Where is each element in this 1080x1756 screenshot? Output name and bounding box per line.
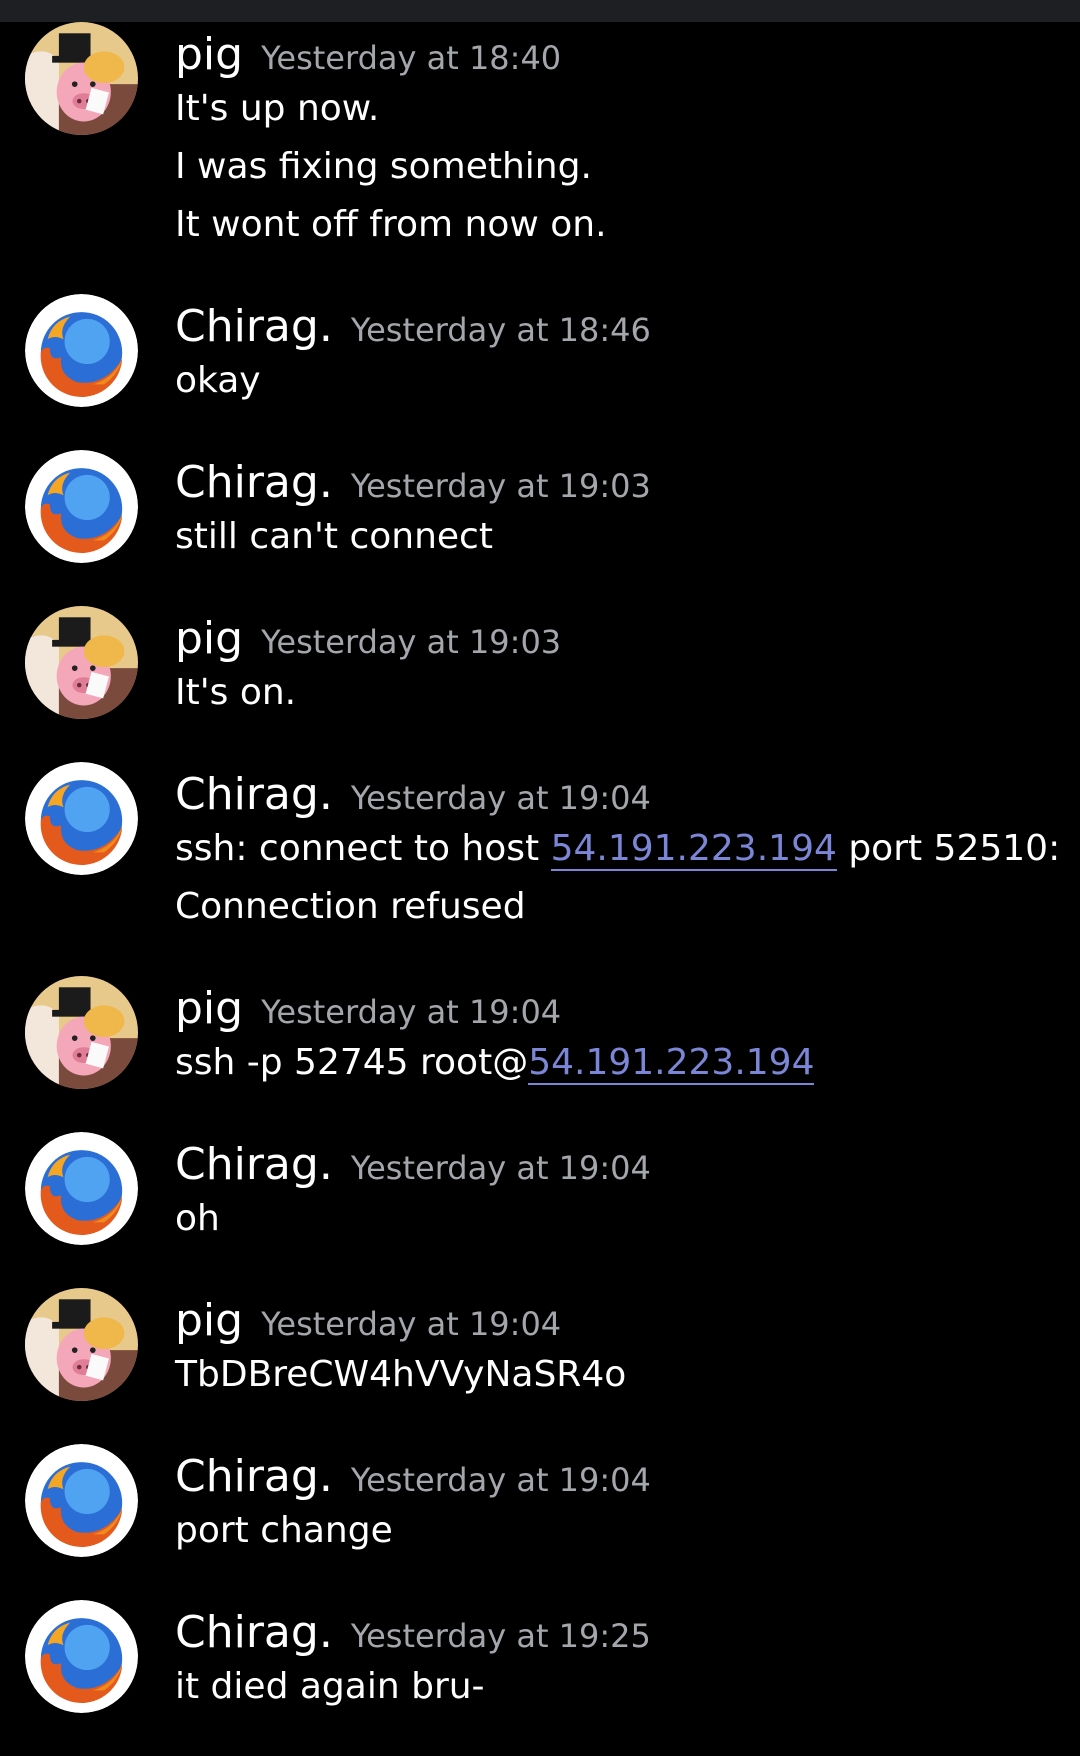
message-group: pig Yesterday at 19:04 ssh -p 52745 root@5… bbox=[0, 976, 1080, 1092]
message-text-segment: oh bbox=[175, 1198, 220, 1239]
message-text: still can't connect bbox=[175, 508, 1080, 566]
author-name[interactable]: Chirag. bbox=[175, 770, 333, 820]
message-text: It's on. bbox=[175, 664, 1080, 722]
pig-avatar-icon[interactable] bbox=[25, 1288, 138, 1401]
message-text-segment: It's on. bbox=[175, 672, 297, 713]
message-text: okay bbox=[175, 352, 1080, 410]
message-text-segment: still can't connect bbox=[175, 516, 493, 557]
message-text-segment: ssh: connect to host bbox=[175, 828, 551, 869]
message-content: pig Yesterday at 19:04 TbDBreCW4hVVyNaSR4o bbox=[175, 1288, 1080, 1404]
message-group: Chirag. Yesterday at 19:25 it died again b… bbox=[0, 1600, 1080, 1716]
message-group: Chirag. Yesterday at 19:04 port change bbox=[0, 1444, 1080, 1560]
message-text: Connection refused bbox=[175, 878, 1080, 936]
message-text: ssh -p 52745 root@54.191.223.194 bbox=[175, 1034, 1080, 1092]
firefox-avatar-icon[interactable] bbox=[25, 1132, 138, 1245]
message-header: Chirag. Yesterday at 19:04 bbox=[175, 1140, 1080, 1190]
message-link[interactable]: 54.191.223.194 bbox=[550, 828, 837, 871]
top-bar bbox=[0, 0, 1080, 22]
message-header: Chirag. Yesterday at 19:04 bbox=[175, 1452, 1080, 1502]
message-group: pig Yesterday at 19:03 It's on. bbox=[0, 606, 1080, 722]
message-text: It's up now. bbox=[175, 80, 1080, 138]
message-content: pig Yesterday at 19:03 It's on. bbox=[175, 606, 1080, 722]
message-text-segment: I was fixing something. bbox=[175, 146, 592, 187]
message-group: pig Yesterday at 19:04 TbDBreCW4hVVyNaSR4o bbox=[0, 1288, 1080, 1404]
author-name[interactable]: pig bbox=[175, 1296, 243, 1346]
message-text: ssh: connect to host 54.191.223.194 port… bbox=[175, 820, 1080, 878]
message-text: oh bbox=[175, 1190, 1080, 1248]
firefox-avatar-icon[interactable] bbox=[25, 1444, 138, 1557]
message-text-segment: port change bbox=[175, 1510, 393, 1551]
message-content: pig Yesterday at 19:04 ssh -p 52745 root@5… bbox=[175, 976, 1080, 1092]
message-header: pig Yesterday at 18:40 bbox=[175, 30, 1080, 80]
message-group: Chirag. Yesterday at 19:04 oh bbox=[0, 1132, 1080, 1248]
message-content: Chirag. Yesterday at 18:46 okay bbox=[175, 294, 1080, 410]
firefox-avatar-icon[interactable] bbox=[25, 762, 138, 875]
message-text: I was fixing something. bbox=[175, 138, 1080, 196]
message-content: Chirag. Yesterday at 19:04 port change bbox=[175, 1444, 1080, 1560]
timestamp: Yesterday at 19:04 bbox=[350, 1149, 651, 1187]
author-name[interactable]: Chirag. bbox=[175, 302, 333, 352]
message-header: pig Yesterday at 19:04 bbox=[175, 1296, 1080, 1346]
message-content: Chirag. Yesterday at 19:04 ssh: connect to… bbox=[175, 762, 1080, 936]
message-content: Chirag. Yesterday at 19:25 it died again b… bbox=[175, 1600, 1080, 1716]
author-name[interactable]: pig bbox=[175, 984, 243, 1034]
timestamp: Yesterday at 19:04 bbox=[350, 779, 651, 817]
message-header: Chirag. Yesterday at 19:03 bbox=[175, 458, 1080, 508]
message-header: Chirag. Yesterday at 18:46 bbox=[175, 302, 1080, 352]
pig-avatar-icon[interactable] bbox=[25, 976, 138, 1089]
firefox-avatar-icon[interactable] bbox=[25, 450, 138, 563]
message-text: TbDBreCW4hVVyNaSR4o bbox=[175, 1346, 1080, 1404]
message-text-segment: Connection refused bbox=[175, 886, 526, 927]
message-text-segment: It's up now. bbox=[175, 88, 380, 129]
message-header: Chirag. Yesterday at 19:04 bbox=[175, 770, 1080, 820]
message-content: Chirag. Yesterday at 19:04 oh bbox=[175, 1132, 1080, 1248]
timestamp: Yesterday at 19:04 bbox=[350, 1461, 651, 1499]
timestamp: Yesterday at 19:03 bbox=[350, 467, 651, 505]
message-text-segment: ssh -p 52745 root@ bbox=[175, 1042, 529, 1083]
message-text-segment: it died again bru- bbox=[175, 1666, 485, 1707]
timestamp: Yesterday at 18:40 bbox=[261, 39, 562, 77]
pig-avatar-icon[interactable] bbox=[25, 606, 138, 719]
firefox-avatar-icon[interactable] bbox=[25, 1600, 138, 1713]
timestamp: Yesterday at 18:46 bbox=[350, 311, 651, 349]
author-name[interactable]: Chirag. bbox=[175, 1140, 333, 1190]
message-group: pig Yesterday at 18:40 It's up now. I was f… bbox=[0, 22, 1080, 254]
author-name[interactable]: Chirag. bbox=[175, 458, 333, 508]
message-header: pig Yesterday at 19:03 bbox=[175, 614, 1080, 664]
message-header: Chirag. Yesterday at 19:25 bbox=[175, 1608, 1080, 1658]
message-header: pig Yesterday at 19:04 bbox=[175, 984, 1080, 1034]
message-group: Chirag. Yesterday at 19:03 still can't con… bbox=[0, 450, 1080, 566]
message-text-segment: It wont off from now on. bbox=[175, 204, 607, 245]
message-group: Chirag. Yesterday at 18:46 okay bbox=[0, 294, 1080, 410]
message-text-segment: port 52510: bbox=[836, 828, 1061, 869]
message-text: It wont off from now on. bbox=[175, 196, 1080, 254]
message-content: Chirag. Yesterday at 19:03 still can't con… bbox=[175, 450, 1080, 566]
message-text-segment: TbDBreCW4hVVyNaSR4o bbox=[175, 1354, 627, 1395]
author-name[interactable]: Chirag. bbox=[175, 1452, 333, 1502]
author-name[interactable]: pig bbox=[175, 30, 243, 80]
firefox-avatar-icon[interactable] bbox=[25, 294, 138, 407]
message-group: Chirag. Yesterday at 19:04 ssh: connect to… bbox=[0, 762, 1080, 936]
timestamp: Yesterday at 19:03 bbox=[261, 623, 562, 661]
message-list: pig Yesterday at 18:40 It's up now. I was f… bbox=[0, 22, 1080, 1756]
timestamp: Yesterday at 19:04 bbox=[261, 1305, 562, 1343]
pig-avatar-icon[interactable] bbox=[25, 22, 138, 135]
message-text-segment: okay bbox=[175, 360, 261, 401]
timestamp: Yesterday at 19:04 bbox=[261, 993, 562, 1031]
message-text: port change bbox=[175, 1502, 1080, 1560]
timestamp: Yesterday at 19:25 bbox=[350, 1617, 651, 1655]
message-content: pig Yesterday at 18:40 It's up now. I was f… bbox=[175, 22, 1080, 254]
author-name[interactable]: pig bbox=[175, 614, 243, 664]
author-name[interactable]: Chirag. bbox=[175, 1608, 333, 1658]
message-link[interactable]: 54.191.223.194 bbox=[528, 1042, 815, 1085]
message-text: it died again bru- bbox=[175, 1658, 1080, 1716]
